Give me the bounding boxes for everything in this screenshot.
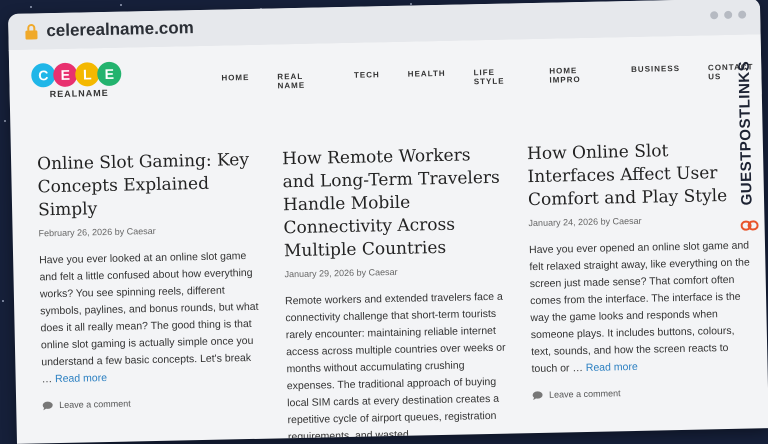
window-controls — [710, 10, 747, 20]
post-meta: January 24, 2026 by Caesar — [528, 213, 750, 228]
lock-icon — [25, 24, 38, 40]
nav-health[interactable]: HEALTH — [408, 69, 446, 88]
post-excerpt-text: Have you ever looked at an online slot g… — [39, 250, 259, 386]
post-author[interactable]: Caesar — [127, 226, 156, 237]
window-dot-icon[interactable] — [738, 10, 747, 19]
window-dot-icon[interactable] — [710, 11, 719, 20]
link-chain-icon — [740, 220, 759, 231]
post-by: by — [114, 226, 125, 237]
logo-letter: E — [53, 62, 78, 88]
leave-comment-link[interactable]: Leave a comment — [532, 385, 754, 400]
post-list: Online Slot Gaming: Key Concepts Explain… — [37, 139, 750, 443]
nav-real-name[interactable]: REAL NAME — [277, 71, 326, 91]
address-bar-url[interactable]: celerealname.com — [46, 18, 194, 41]
leave-comment-label: Leave a comment — [59, 398, 131, 411]
post-meta: January 29, 2026 by Caesar — [284, 265, 506, 279]
post-card: How Online Slot Interfaces Affect User C… — [527, 139, 754, 401]
post-date[interactable]: January 29, 2026 — [284, 268, 354, 279]
browser-window: celerealname.com C E L E REALNAME HOME R… — [8, 0, 768, 444]
comment-icon — [42, 401, 53, 410]
post-card: Online Slot Gaming: Key Concepts Explain… — [37, 149, 264, 411]
nav-life-style[interactable]: LIFE STYLE — [474, 67, 522, 86]
nav-tech[interactable]: TECH — [354, 70, 380, 89]
post-title[interactable]: Online Slot Gaming: Key Concepts Explain… — [37, 149, 260, 223]
post-by: by — [356, 267, 367, 278]
post-by: by — [600, 216, 611, 227]
post-excerpt-text: Remote workers and extended travelers fa… — [284, 290, 506, 444]
nav-home-impro[interactable]: HOME IMPRO — [549, 66, 603, 85]
leave-comment-label: Leave a comment — [548, 388, 621, 400]
post-excerpt: Have you ever looked at an online slot g… — [39, 248, 264, 389]
post-excerpt-text: Have you ever opened an online slot game… — [528, 239, 750, 376]
post-author[interactable]: Caesar — [368, 267, 397, 278]
post-title[interactable]: How Remote Workers and Long-Term Travele… — [282, 144, 506, 264]
site-logo[interactable]: C E L E REALNAME — [31, 61, 132, 111]
comment-icon — [532, 390, 543, 400]
post-author[interactable]: Caesar — [612, 216, 641, 227]
post-excerpt: Remote workers and extended travelers fa… — [285, 289, 510, 444]
post-meta: February 26, 2026 by Caesar — [38, 224, 260, 239]
post-date[interactable]: January 24, 2026 — [528, 217, 598, 228]
guestpostlinks-badge[interactable]: GUESTPOSTLINKS — [733, 38, 763, 239]
guestpostlinks-text: GUESTPOSTLINKS — [735, 60, 756, 206]
window-dot-icon[interactable] — [724, 10, 733, 20]
main-nav: HOME REAL NAME TECH HEALTH LIFE STYLE HO… — [221, 62, 761, 91]
logo-letter: E — [97, 61, 122, 87]
post-title[interactable]: How Online Slot Interfaces Affect User C… — [527, 139, 750, 213]
read-more-link[interactable]: Read more — [586, 361, 638, 374]
post-card: How Remote Workers and Long-Term Travele… — [282, 144, 510, 444]
leave-comment-link[interactable]: Leave a comment — [42, 396, 264, 411]
logo-subtitle: REALNAME — [49, 87, 109, 100]
nav-home[interactable]: HOME — [221, 73, 249, 92]
read-more-link[interactable]: Read more — [55, 372, 107, 385]
post-date[interactable]: February 26, 2026 — [38, 227, 112, 239]
logo-letter: C — [31, 63, 56, 88]
logo-letter: L — [75, 62, 100, 87]
nav-business[interactable]: BUSINESS — [631, 64, 680, 83]
post-excerpt: Have you ever opened an online slot game… — [529, 237, 754, 378]
